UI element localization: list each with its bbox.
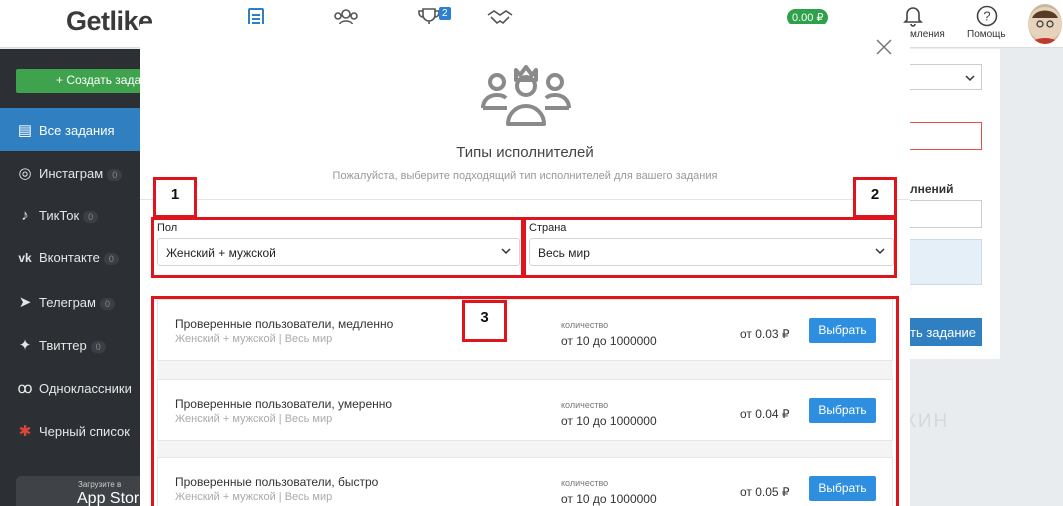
notifications-label[interactable]: мления — [910, 29, 945, 40]
appstore-small-label: Загрузите в — [78, 480, 122, 489]
form-panel: лнений ть задание — [910, 49, 1000, 359]
vk-icon: vk — [18, 251, 32, 265]
modal-title: Типы исполнителей — [456, 144, 594, 161]
sidebar-item-label: Вконтакте — [39, 250, 100, 265]
annotation-box-1 — [151, 217, 524, 278]
annotation-box-2 — [523, 217, 897, 278]
help-icon[interactable]: ? — [976, 5, 998, 27]
form-error-input[interactable] — [910, 122, 982, 150]
sidebar-item-all-tasks[interactable]: ▤ Все задания — [0, 108, 140, 151]
create-task-submit-button[interactable]: ть задание — [910, 318, 982, 346]
sidebar-item-label: Все задания — [39, 123, 115, 138]
blacklist-icon: ✱ — [18, 423, 32, 440]
avatar[interactable] — [1028, 4, 1062, 44]
twitter-icon: ✦ — [18, 337, 32, 354]
sidebar-item-blacklist[interactable]: ✱ Черный список — [0, 409, 140, 452]
sidebar-item-telegram[interactable]: ➤ Телеграм 0 — [0, 280, 140, 323]
form-input[interactable] — [910, 200, 982, 228]
sidebar-item-count: 0 — [90, 341, 106, 353]
annotation-number-1: 1 — [153, 177, 197, 218]
close-icon[interactable] — [875, 38, 893, 56]
nav-badge: 2 — [439, 7, 451, 20]
sidebar: + Создать задан ▤ Все задания ◎ Инстаграм 0… — [0, 49, 166, 506]
odnoklassniki-icon: ꝏ — [17, 380, 33, 397]
sidebar-item-count: 0 — [103, 253, 119, 265]
sidebar-item-label: Инстаграм — [39, 166, 104, 181]
instagram-icon: ◎ — [18, 165, 32, 182]
sidebar-item-label: ТикТок — [39, 208, 80, 223]
sidebar-item-odnoklassniki[interactable]: ꝏ Одноклассники — [0, 366, 140, 409]
sidebar-item-label: Твиттер — [39, 338, 87, 353]
divider — [140, 199, 910, 200]
appstore-big-label: App Store — [77, 490, 149, 506]
user-avatar-icon — [1028, 7, 1062, 44]
list-icon: ▤ — [17, 122, 33, 139]
sidebar-item-vkontakte[interactable]: vk Вконтакте 0 — [0, 237, 140, 280]
svg-text:?: ? — [983, 9, 990, 24]
form-field-label: лнений — [910, 182, 954, 196]
logo-bold: Get — [66, 6, 110, 36]
main-form-partial: лнений ть задание ПАРТНЕРКИН — [802, 49, 1063, 506]
annotation-box-3 — [151, 296, 899, 506]
chevron-down-icon — [965, 75, 975, 82]
telegram-icon: ➤ — [18, 294, 32, 311]
sidebar-item-tiktok[interactable]: ♪ ТикТок 0 — [0, 194, 140, 237]
sidebar-item-label: Телеграм — [39, 295, 96, 310]
info-box — [910, 239, 982, 285]
tiktok-icon: ♪ — [21, 207, 29, 224]
sidebar-item-count: 0 — [107, 169, 123, 181]
modal-subtitle: Пожалуйста, выберите подходящий тип испо… — [332, 170, 718, 182]
annotation-number-2: 2 — [853, 177, 897, 218]
sidebar-item-instagram[interactable]: ◎ Инстаграм 0 — [0, 151, 140, 194]
sidebar-item-count: 0 — [99, 298, 115, 310]
help-label[interactable]: Помощь — [967, 29, 1006, 40]
form-select[interactable] — [910, 64, 982, 90]
app-store-button[interactable]: Загрузите в App Store — [16, 476, 156, 506]
annotation-number-3: 3 — [462, 300, 507, 342]
sidebar-item-label: Одноклассники — [39, 381, 132, 396]
sidebar-item-twitter[interactable]: ✦ Твиттер 0 — [0, 323, 140, 366]
performers-group-icon — [481, 65, 571, 126]
sidebar-item-label: Черный список — [39, 424, 130, 439]
sidebar-item-count: 0 — [83, 211, 99, 223]
